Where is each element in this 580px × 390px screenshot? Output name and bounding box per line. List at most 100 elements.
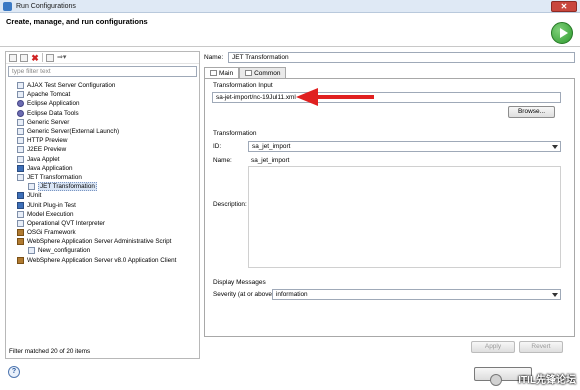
name-label: Name:: [204, 53, 224, 61]
filter-status: Filter matched 20 of 20 items: [9, 348, 91, 355]
collapse-all-icon[interactable]: [46, 53, 54, 62]
tree-item[interactable]: Model Execution: [6, 210, 199, 219]
tree-item-label: Eclipse Data Tools: [27, 109, 79, 117]
tab-main-label: Main: [219, 69, 234, 77]
tree-item[interactable]: Java Applet: [6, 155, 199, 164]
server-icon: [17, 128, 24, 136]
tree-item[interactable]: WebSphere Application Server Administrat…: [6, 237, 199, 246]
junit-icon: [17, 192, 24, 200]
tree-item[interactable]: Eclipse Data Tools: [6, 109, 199, 118]
tree-item[interactable]: AJAX Test Server Configuration: [6, 81, 199, 90]
transformation-name-label: Name:: [213, 157, 232, 164]
transformation-id-select[interactable]: sa_jet_import: [248, 141, 561, 152]
severity-value: information: [276, 291, 308, 298]
run-icon: [551, 22, 573, 44]
tree-item[interactable]: WebSphere Application Server v8.0 Applic…: [6, 256, 199, 265]
tree-item-label: JUnit: [27, 192, 42, 200]
server-icon: [17, 137, 24, 145]
watermark-text: ITIL先锋论坛: [518, 375, 576, 386]
transformation-input-field[interactable]: sa-jet-import/nc-19Jul11.xml: [212, 92, 561, 103]
name-field[interactable]: JET Transformation: [228, 51, 575, 63]
java-app-icon: [17, 164, 24, 172]
duplicate-config-icon[interactable]: [20, 53, 28, 62]
tree-item-label: J2EE Preview: [27, 146, 67, 154]
tab-main[interactable]: Main: [204, 67, 240, 78]
description-area: [248, 166, 561, 268]
tree-item[interactable]: JUnit Plug-in Test: [6, 200, 199, 209]
tree-item-label: JET Transformation: [27, 173, 82, 181]
description-label: Description:: [213, 201, 247, 208]
tab-bar: Main Common: [204, 67, 575, 78]
tree-item-label: JUnit Plug-in Test: [27, 201, 76, 209]
tree-item[interactable]: JET Transformation: [6, 182, 199, 192]
dialog-header: Create, manage, and run configurations: [0, 13, 580, 47]
chevron-down-icon: [552, 293, 558, 297]
title-bar: Run Configurations ✕: [0, 0, 580, 13]
watermark-logo-icon: [490, 374, 502, 386]
delete-config-icon[interactable]: ✖: [31, 53, 39, 62]
server-icon: [17, 118, 24, 126]
window-title: Run Configurations: [16, 2, 76, 10]
tree-item-label: JET Transformation: [38, 182, 97, 192]
osgi-icon: [17, 229, 24, 237]
junit-plugin-icon: [17, 201, 24, 209]
server-icon: [17, 146, 24, 154]
applet-icon: [17, 155, 24, 163]
close-button[interactable]: ✕: [551, 1, 577, 12]
tree-item[interactable]: Java Application: [6, 164, 199, 173]
transformation-name-value: sa_jet_import: [251, 157, 290, 164]
configuration-tree-panel: ✖ ⇒▾ type filter text AJAX Test Server C…: [5, 51, 200, 359]
filter-input[interactable]: type filter text: [8, 66, 197, 77]
tree-item-label: OSGi Framework: [27, 229, 76, 237]
tree-item[interactable]: J2EE Preview: [6, 145, 199, 154]
name-row: Name: JET Transformation: [204, 51, 575, 63]
chevron-down-icon: [552, 145, 558, 149]
tree-item-label: Generic Server: [27, 118, 70, 126]
ajax-icon: [17, 82, 24, 90]
websphere-icon: [17, 238, 24, 246]
tree-item[interactable]: Generic Server(External Launch): [6, 127, 199, 136]
help-icon[interactable]: ?: [8, 366, 20, 378]
common-tab-icon: [245, 70, 253, 76]
tree-item[interactable]: Generic Server: [6, 118, 199, 127]
revert-button[interactable]: Revert: [519, 341, 563, 353]
tree-item[interactable]: Eclipse Application: [6, 99, 199, 108]
tree-item-label: Java Application: [27, 164, 73, 172]
model-icon: [17, 210, 24, 218]
tree-item[interactable]: Apache Tomcat: [6, 90, 199, 99]
severity-select[interactable]: information: [272, 289, 561, 300]
data-tools-icon: [17, 109, 24, 117]
dialog-heading: Create, manage, and run configurations: [6, 17, 148, 26]
browse-button[interactable]: Browse...: [508, 106, 555, 118]
tree-item-label: Model Execution: [27, 210, 74, 218]
tree-item-label: AJAX Test Server Configuration: [27, 82, 116, 90]
config-icon: [28, 247, 35, 255]
server-icon: [17, 91, 24, 99]
tree-item-label: HTTP Preview: [27, 137, 68, 145]
transformation-id-value: sa_jet_import: [252, 143, 291, 150]
jet-icon: [17, 173, 24, 181]
tree-item[interactable]: Operational QVT Interpreter: [6, 219, 199, 228]
severity-label: Severity (at or above):: [213, 291, 276, 298]
tree-toolbar: ✖ ⇒▾: [6, 52, 199, 64]
main-tab-icon: [210, 70, 217, 76]
tree-item[interactable]: New_configuration: [6, 246, 199, 255]
tree-item[interactable]: JUnit: [6, 191, 199, 200]
filter-menu-icon[interactable]: ⇒▾: [57, 54, 69, 62]
main-tab-content: Transformation Input sa-jet-import/nc-19…: [204, 78, 575, 337]
tree-item-label: Java Applet: [27, 155, 60, 163]
eclipse-icon: [17, 100, 24, 108]
id-label: ID:: [213, 143, 222, 150]
configuration-tree: AJAX Test Server Configuration Apache Tom…: [6, 79, 199, 265]
tab-common[interactable]: Common: [239, 67, 287, 78]
tree-item-label: WebSphere Application Server Administrat…: [27, 238, 172, 246]
new-config-icon[interactable]: [9, 53, 17, 62]
tab-common-label: Common: [254, 69, 281, 77]
tree-item[interactable]: JET Transformation: [6, 173, 199, 182]
tree-item-label: Generic Server(External Launch): [27, 128, 120, 136]
apply-button[interactable]: Apply: [471, 341, 515, 353]
tree-item[interactable]: OSGi Framework: [6, 228, 199, 237]
annotation-arrow: [296, 88, 374, 106]
tree-item-label: Eclipse Application: [27, 100, 80, 108]
tree-item[interactable]: HTTP Preview: [6, 136, 199, 145]
